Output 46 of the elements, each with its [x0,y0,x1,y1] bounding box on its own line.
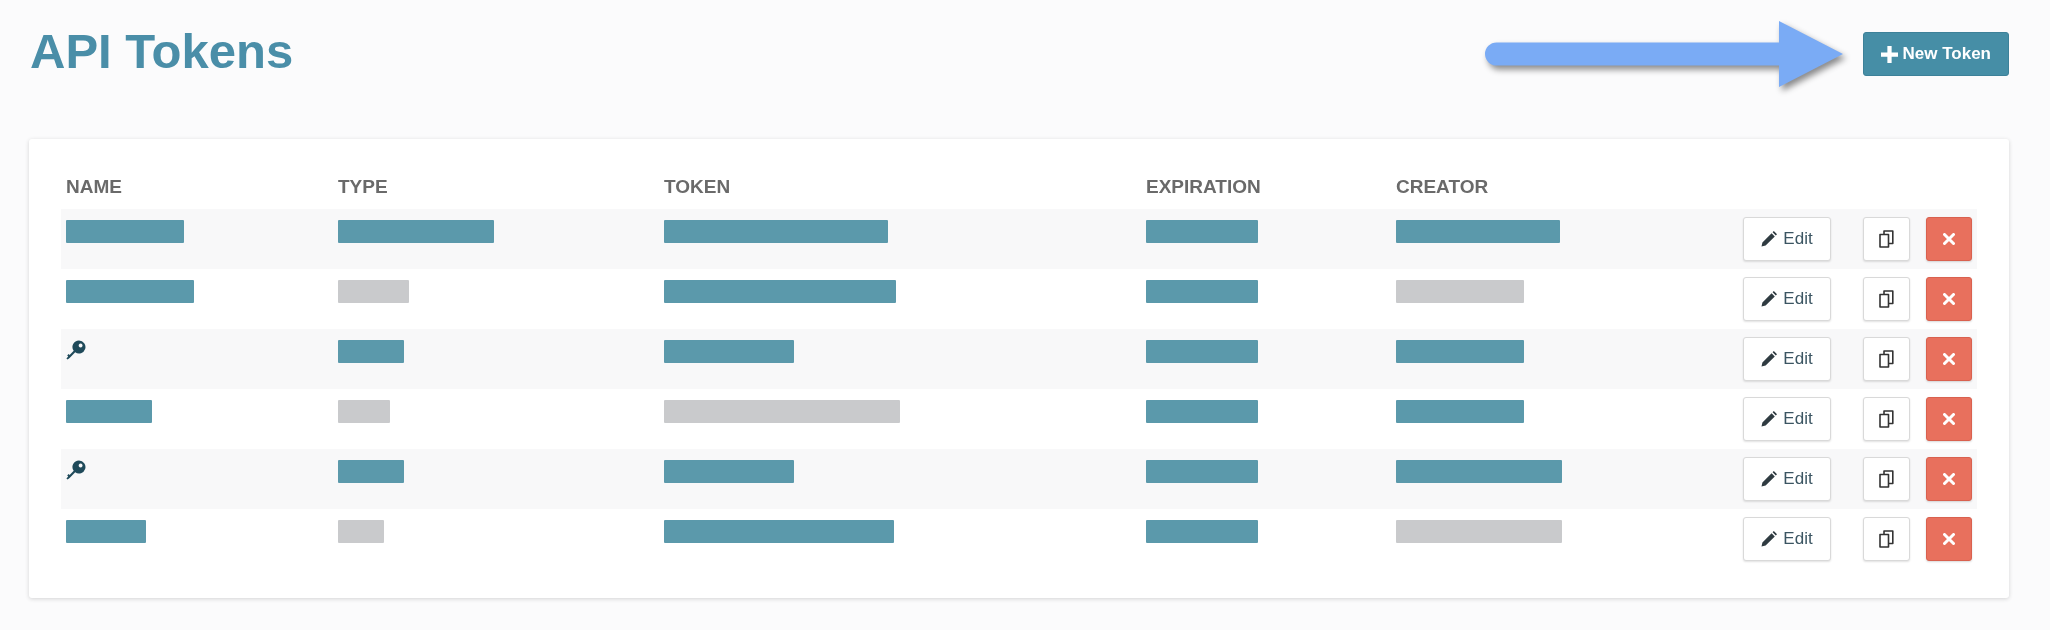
delete-button[interactable] [1926,337,1972,381]
cross-icon [1943,533,1955,545]
copy-button[interactable] [1863,217,1910,261]
copy-icon [1879,230,1894,248]
copy-button[interactable] [1863,277,1910,321]
copy-icon [1879,350,1894,368]
pencil-icon [1761,231,1778,247]
edit-button[interactable]: Edit [1743,217,1831,261]
column-header: EXPIRATION [1145,175,1262,199]
column-header: TYPE [337,175,389,199]
new-token-button[interactable]: New Token [1862,32,2009,76]
cross-icon [1943,413,1955,425]
key-icon [66,340,86,360]
copy-button[interactable] [1863,337,1910,381]
pencil-icon [1761,531,1778,547]
delete-button[interactable] [1926,457,1972,501]
copy-button[interactable] [1863,517,1910,561]
pencil-icon [1761,291,1778,307]
key-icon [66,460,86,480]
column-header: TOKEN [663,175,732,199]
copy-button[interactable] [1863,397,1910,441]
edit-button[interactable]: Edit [1743,397,1831,441]
copy-icon [1879,290,1894,308]
copy-icon [1879,410,1894,428]
column-header: CREATOR [1395,175,1490,199]
delete-button[interactable] [1926,277,1972,321]
edit-button[interactable]: Edit [1743,517,1831,561]
edit-button[interactable]: Edit [1743,337,1831,381]
delete-button[interactable] [1926,397,1972,441]
delete-button[interactable] [1926,517,1972,561]
edit-button[interactable]: Edit [1743,277,1831,321]
pencil-icon [1761,471,1778,487]
copy-icon [1879,470,1894,488]
copy-button[interactable] [1863,457,1910,501]
pencil-icon [1761,351,1778,367]
column-header: NAME [65,175,123,199]
delete-button[interactable] [1926,217,1972,261]
cross-icon [1943,293,1955,305]
page-title: API Tokens [30,27,294,76]
edit-button[interactable]: Edit [1743,457,1831,501]
plus-icon [1880,45,1898,63]
cross-icon [1943,353,1955,365]
cross-icon [1943,233,1955,245]
cross-icon [1943,473,1955,485]
pencil-icon [1761,411,1778,427]
copy-icon [1879,530,1894,548]
